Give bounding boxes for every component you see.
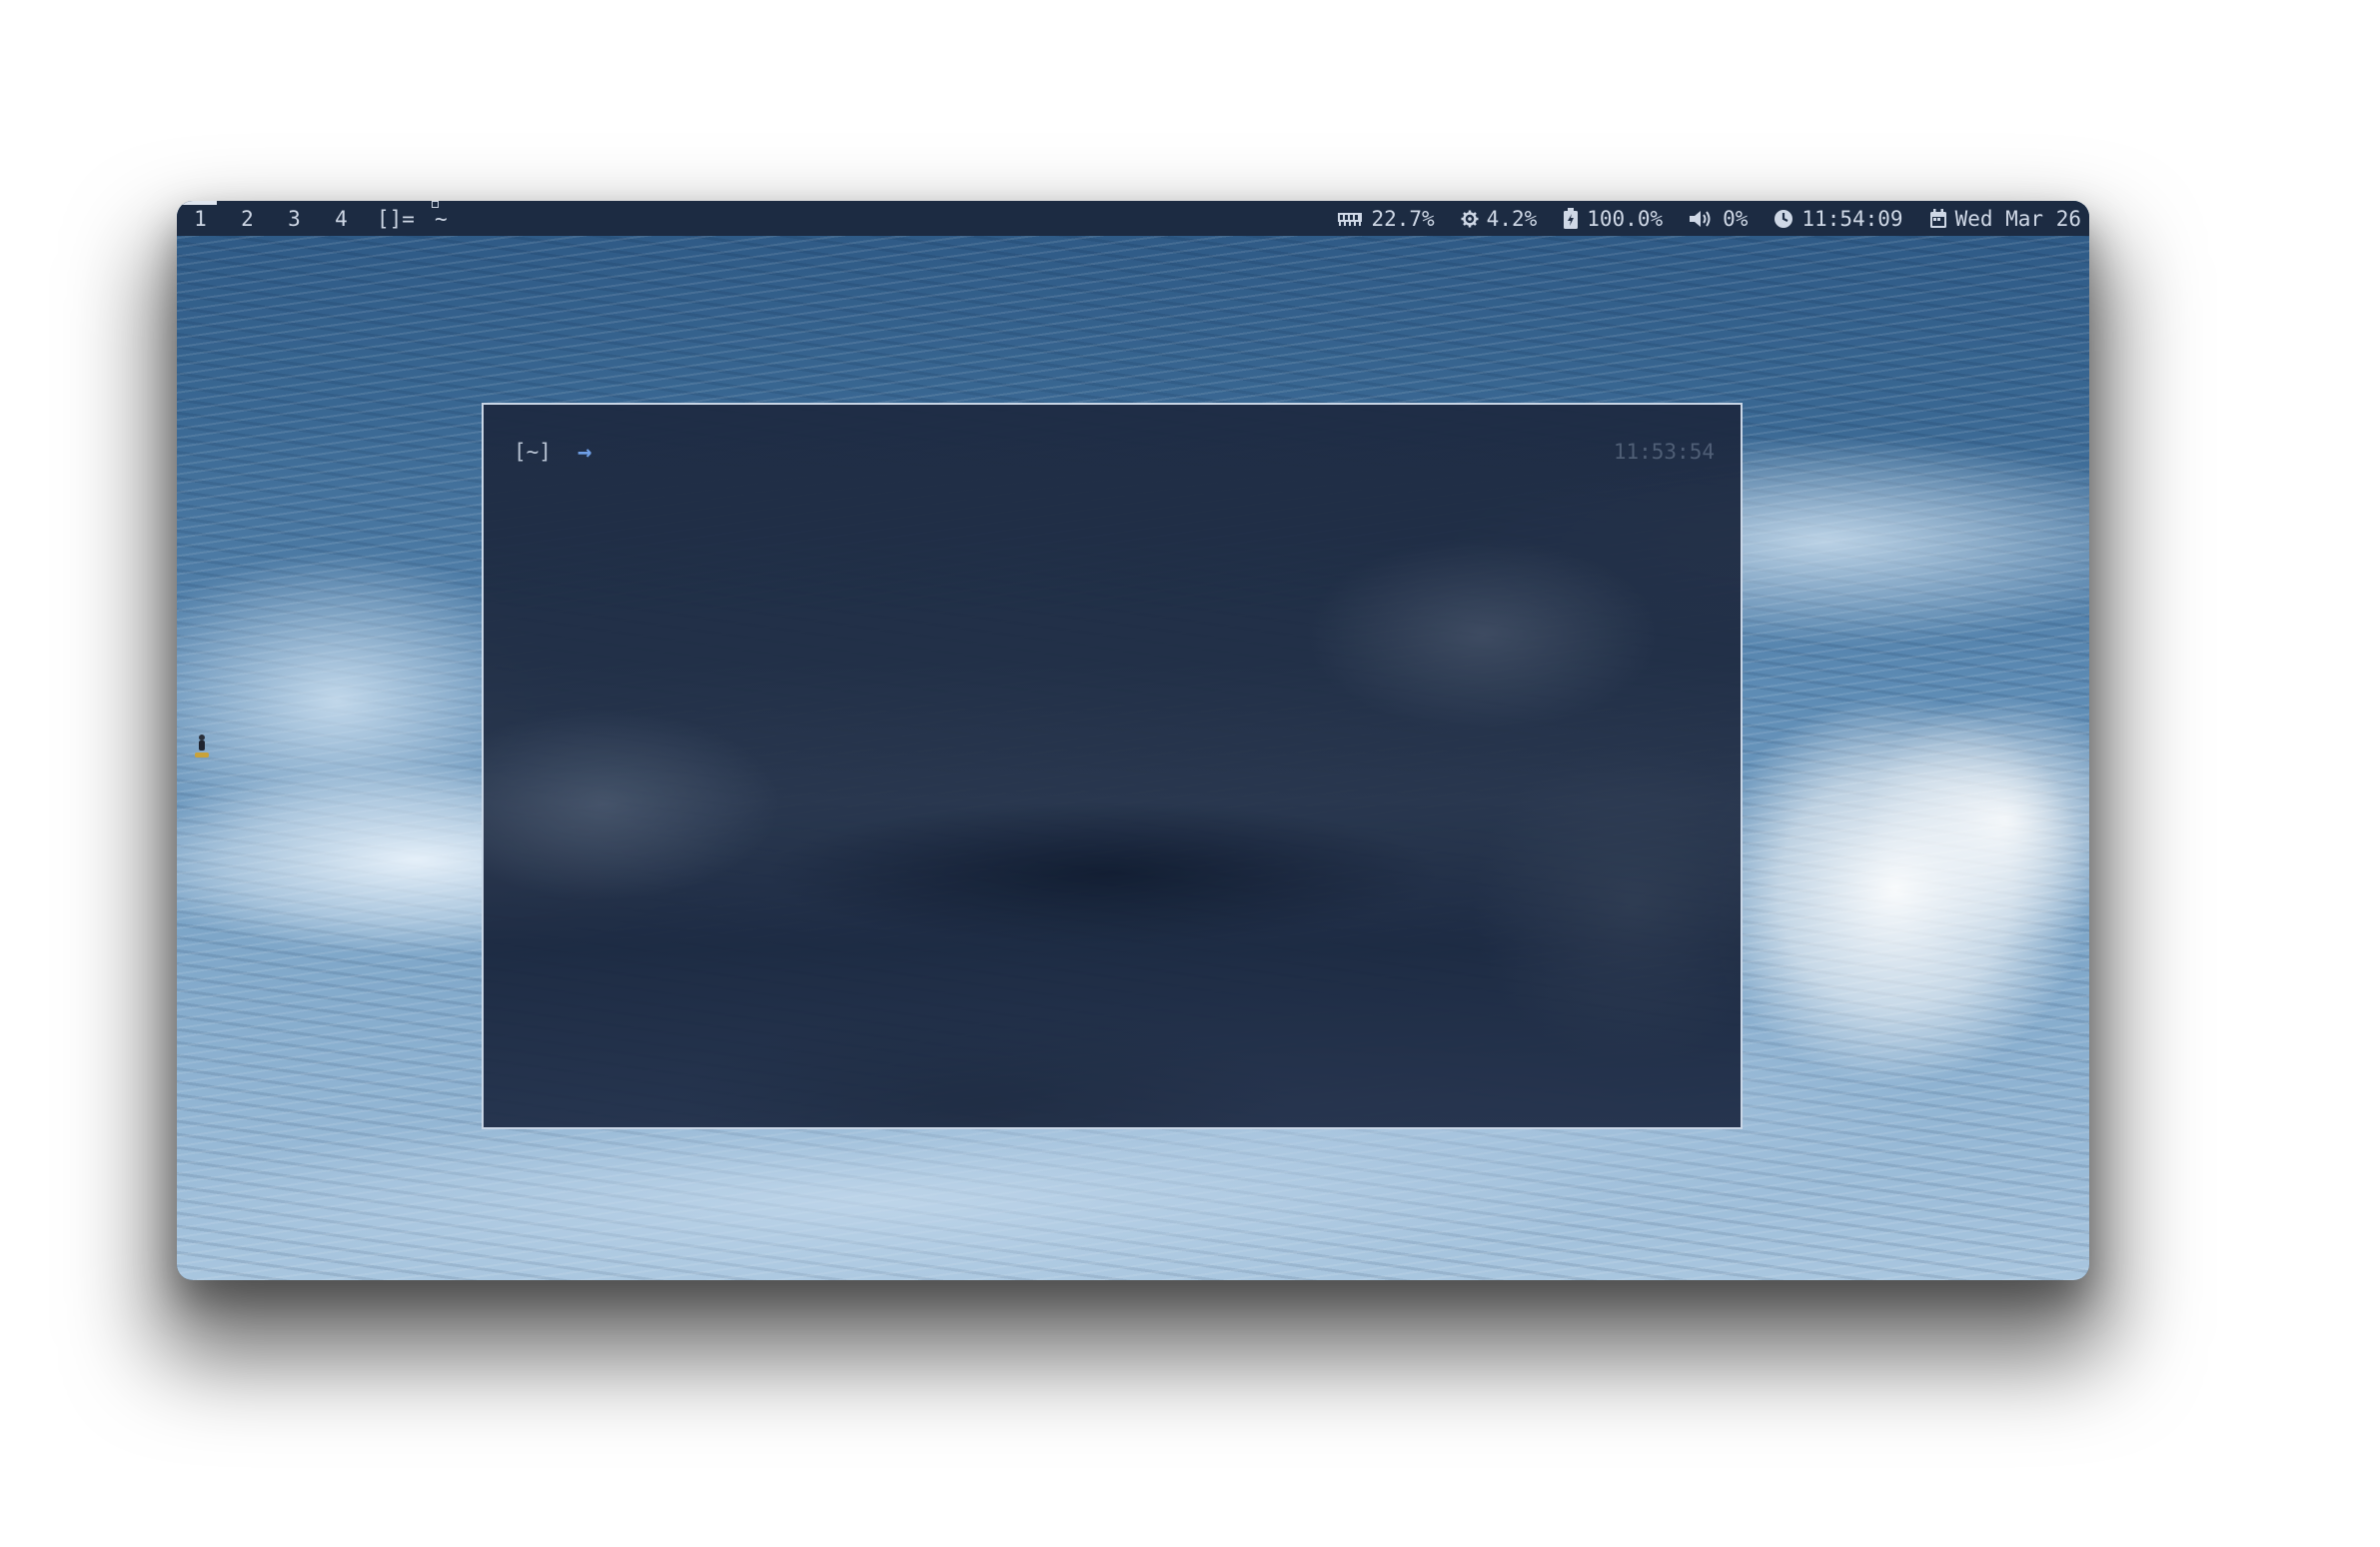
battery-module: 100.0% [1563, 207, 1663, 231]
surfer-figure [195, 735, 209, 758]
floating-window-icon [431, 201, 439, 208]
workspace-label: 4 [335, 206, 348, 231]
workspace-2[interactable]: 2 [224, 201, 271, 236]
date-module: Wed Mar 26 [1929, 207, 2081, 231]
battery-value: 100.0% [1587, 206, 1664, 231]
prompt-arrow-icon: → [577, 438, 593, 466]
date-value: Wed Mar 26 [1954, 206, 2081, 231]
battery-charging-icon [1563, 207, 1579, 230]
cpu-icon [1461, 210, 1479, 228]
cpu-value: 4.2% [1486, 206, 1538, 231]
layout-indicator[interactable]: []= [377, 207, 415, 231]
workspace-4[interactable]: 4 [318, 201, 365, 236]
clock-icon [1774, 209, 1793, 229]
clock-value: 11:54:09 [1801, 206, 1903, 231]
window-title: ~ [431, 201, 448, 231]
bar-right-section: 22.7% 4.2% 100.0% 0% 11:54:09 Wed Mar 26 [1311, 201, 2081, 236]
workspace-1[interactable]: 1 [177, 201, 224, 236]
window-title-text: ~ [434, 206, 448, 231]
terminal-window[interactable]: [~] → 11:53:54 [482, 403, 1743, 1129]
terminal-content[interactable]: [~] → 11:53:54 [484, 405, 1741, 1127]
desktop-screen: 1 2 3 4 []= ~ 22.7% 4.2% 100.0% 0% 11:54… [177, 201, 2089, 1280]
prompt-directory: [~] [514, 440, 552, 464]
volume-value: 0% [1723, 206, 1749, 231]
memory-icon [1337, 210, 1363, 228]
status-bar: 1 2 3 4 []= ~ 22.7% 4.2% 100.0% 0% 11:54… [177, 201, 2089, 236]
workspace-label: 1 [194, 206, 207, 231]
shell-prompt: [~] → [514, 438, 592, 466]
workspace-label: 3 [288, 206, 301, 231]
volume-module[interactable]: 0% [1689, 207, 1748, 231]
workspace-label: 2 [241, 206, 254, 231]
right-prompt-time: 11:53:54 [1613, 440, 1715, 464]
memory-module: 22.7% [1337, 206, 1435, 231]
workspace-3[interactable]: 3 [271, 201, 318, 236]
cpu-module: 4.2% [1461, 206, 1538, 231]
bar-left-section: 1 2 3 4 []= ~ [177, 201, 448, 236]
calendar-icon [1929, 208, 1947, 229]
memory-value: 22.7% [1371, 206, 1435, 231]
speaker-icon [1689, 209, 1715, 229]
clock-module: 11:54:09 [1774, 206, 1903, 231]
